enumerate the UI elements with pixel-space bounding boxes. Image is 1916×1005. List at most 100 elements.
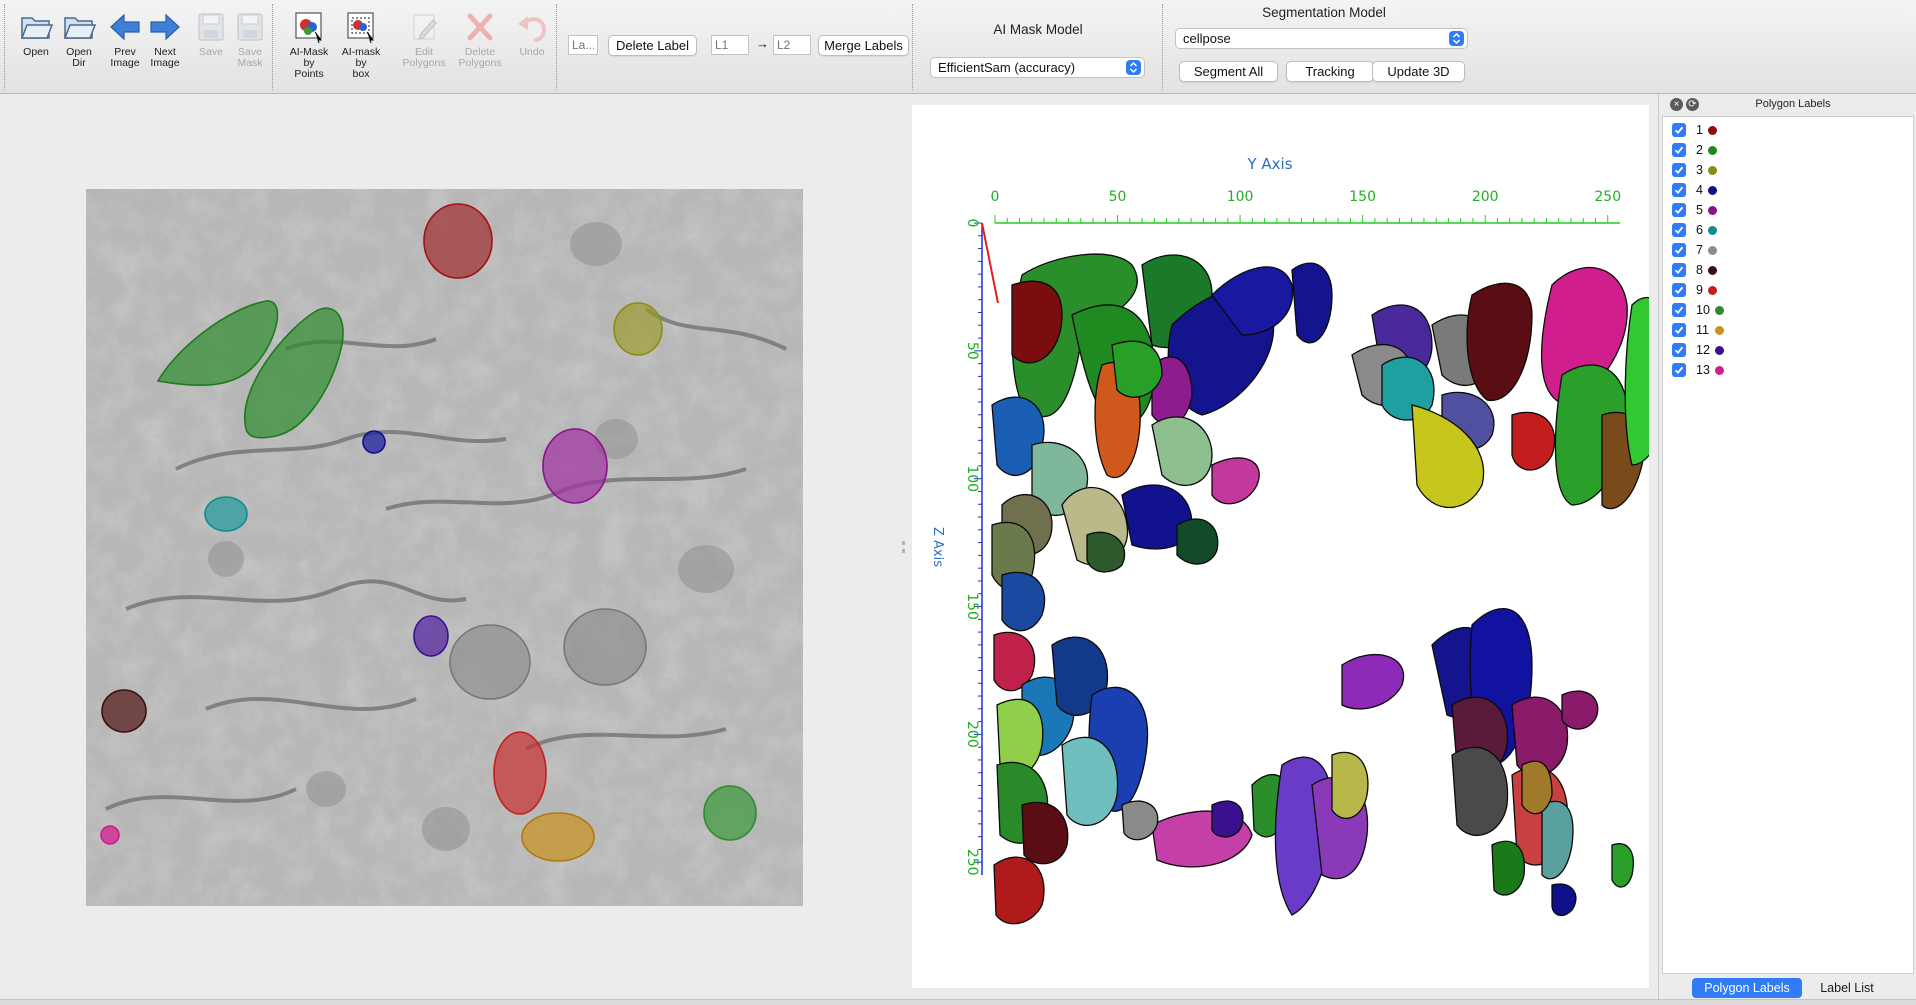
label-color-swatch	[1715, 346, 1724, 355]
delete-label-button[interactable]: Delete Label	[608, 35, 697, 56]
toolbar-separator	[272, 4, 273, 90]
3d-viewer[interactable]: Y Axis Z Axis 0 50 100 150 200 250 0 50 100 150 2…	[912, 105, 1713, 988]
dock-header: × ⟳ Polygon Labels	[1659, 94, 1916, 114]
arrow-left-icon	[107, 10, 143, 44]
label-row-3[interactable]: 3	[1672, 161, 1762, 179]
tool-undo-button[interactable]: Undo	[506, 10, 558, 58]
merge-source-input[interactable]	[711, 35, 749, 55]
label-visibility-checkbox[interactable]	[1672, 123, 1686, 137]
label-color-swatch	[1708, 286, 1717, 295]
y-tick-label: 150	[1349, 189, 1376, 205]
label-color-swatch	[1715, 306, 1724, 315]
mask-label-3	[613, 302, 663, 356]
label-visibility-checkbox[interactable]	[1672, 283, 1686, 297]
update-3d-button[interactable]: Update 3D	[1372, 61, 1465, 82]
tracking-button[interactable]: Tracking	[1286, 61, 1374, 82]
toolbar-separator	[912, 4, 913, 90]
segmentation-model-title: Segmentation Model	[1262, 5, 1386, 20]
label-visibility-checkbox[interactable]	[1672, 303, 1686, 317]
label-row-12[interactable]: 12	[1672, 341, 1762, 359]
label-row-6[interactable]: 6	[1672, 221, 1762, 239]
tool-delete-poly-button[interactable]: Delete Polygons	[454, 10, 506, 69]
label-visibility-checkbox[interactable]	[1672, 263, 1686, 277]
tool-ai-points-button[interactable]: AI-Mask by Points	[283, 10, 335, 80]
folder-open-icon	[61, 10, 97, 44]
label-row-9[interactable]: 9	[1672, 281, 1762, 299]
label-number: 9	[1696, 283, 1703, 297]
label-number: 3	[1696, 163, 1703, 177]
label-color-swatch	[1708, 226, 1717, 235]
label-visibility-checkbox[interactable]	[1672, 163, 1686, 177]
merge-labels-button[interactable]: Merge Labels	[818, 35, 909, 56]
z-tick-label: 100	[964, 465, 980, 492]
label-number: 5	[1696, 203, 1703, 217]
em-image-canvas[interactable]	[86, 189, 803, 906]
label-number: 11	[1696, 323, 1709, 337]
mask-label-4	[362, 430, 386, 454]
label-row-4[interactable]: 4	[1672, 181, 1762, 199]
label-color-swatch	[1715, 326, 1724, 335]
label-color-swatch	[1708, 186, 1717, 195]
segment-all-button[interactable]: Segment All	[1179, 61, 1278, 82]
polygon-labels-list[interactable]: 1 2 3 4 5 6 7 8 9 10 11 12 13	[1662, 116, 1914, 974]
label-visibility-checkbox[interactable]	[1672, 223, 1686, 237]
y-axis-title: Y Axis	[1246, 155, 1292, 173]
label-color-swatch	[1708, 246, 1717, 255]
merge-arrow-icon: →	[756, 36, 769, 51]
floppy-disk-icon	[232, 10, 268, 44]
label-visibility-checkbox[interactable]	[1672, 343, 1686, 357]
select-arrows-icon	[1126, 60, 1141, 75]
segmentation-model-select[interactable]: cellpose	[1175, 28, 1468, 49]
tool-next-button[interactable]: Next Image	[139, 10, 191, 69]
mask-label-5	[542, 428, 608, 504]
label-visibility-checkbox[interactable]	[1672, 323, 1686, 337]
mask-label-11	[521, 812, 595, 862]
tool-open-dir-button[interactable]: Open Dir	[53, 10, 105, 69]
label-visibility-checkbox[interactable]	[1672, 363, 1686, 377]
label-row-8[interactable]: 8	[1672, 261, 1762, 279]
label-row-1[interactable]: 1	[1672, 121, 1762, 139]
label-row-5[interactable]: 5	[1672, 201, 1762, 219]
merge-target-input[interactable]	[773, 35, 811, 55]
label-color-swatch	[1708, 146, 1717, 155]
tool-label: Save Mask	[237, 46, 263, 69]
z-tick-label: 200	[964, 721, 980, 748]
pane-splitter[interactable]	[895, 95, 913, 1000]
z-axis-title: Z Axis	[930, 527, 945, 567]
label-row-10[interactable]: 10	[1672, 301, 1762, 319]
z-tick-label: 150	[964, 593, 980, 620]
tab-label-list[interactable]: Label List	[1804, 978, 1890, 998]
z-tick-label: 50	[964, 342, 980, 360]
label-number: 1	[1696, 123, 1703, 137]
tool-ai-box-button[interactable]: AI-mask by box	[335, 10, 387, 80]
label-number: 2	[1696, 143, 1703, 157]
image-canvas-pane[interactable]	[0, 95, 895, 1000]
toolbar-separator	[1162, 4, 1163, 90]
y-tick-label: 250	[1594, 189, 1621, 205]
3d-render	[991, 253, 1713, 925]
tool-label: Next Image	[150, 46, 180, 69]
label-number: 7	[1696, 243, 1703, 257]
tab-polygon-labels[interactable]: Polygon Labels	[1692, 978, 1802, 998]
ai-mask-model-value: EfficientSam (accuracy)	[938, 60, 1076, 75]
label-visibility-checkbox[interactable]	[1672, 203, 1686, 217]
mask-label-6	[204, 496, 248, 532]
folder-open-icon	[18, 10, 54, 44]
label-visibility-checkbox[interactable]	[1672, 183, 1686, 197]
tool-edit-poly-button[interactable]: Edit Polygons	[398, 10, 450, 69]
label-row-2[interactable]: 2	[1672, 141, 1762, 159]
label-visibility-checkbox[interactable]	[1672, 143, 1686, 157]
label-visibility-checkbox[interactable]	[1672, 243, 1686, 257]
label-row-11[interactable]: 11	[1672, 321, 1762, 339]
tool-label: Undo	[519, 46, 545, 58]
app-window: Open Open Dir Prev Image Next Image Save Save…	[0, 0, 1916, 1005]
ai-mask-model-select[interactable]: EfficientSam (accuracy)	[930, 57, 1145, 78]
y-tick-label: 0	[991, 189, 1000, 205]
label-input[interactable]	[568, 35, 598, 55]
label-row-7[interactable]: 7	[1672, 241, 1762, 259]
label-row-13[interactable]: 13	[1672, 361, 1762, 379]
mask-label-8	[101, 689, 147, 733]
tool-save-mask-button[interactable]: Save Mask	[224, 10, 276, 69]
mask-label-7	[449, 624, 531, 700]
toolbar-separator	[4, 4, 5, 90]
